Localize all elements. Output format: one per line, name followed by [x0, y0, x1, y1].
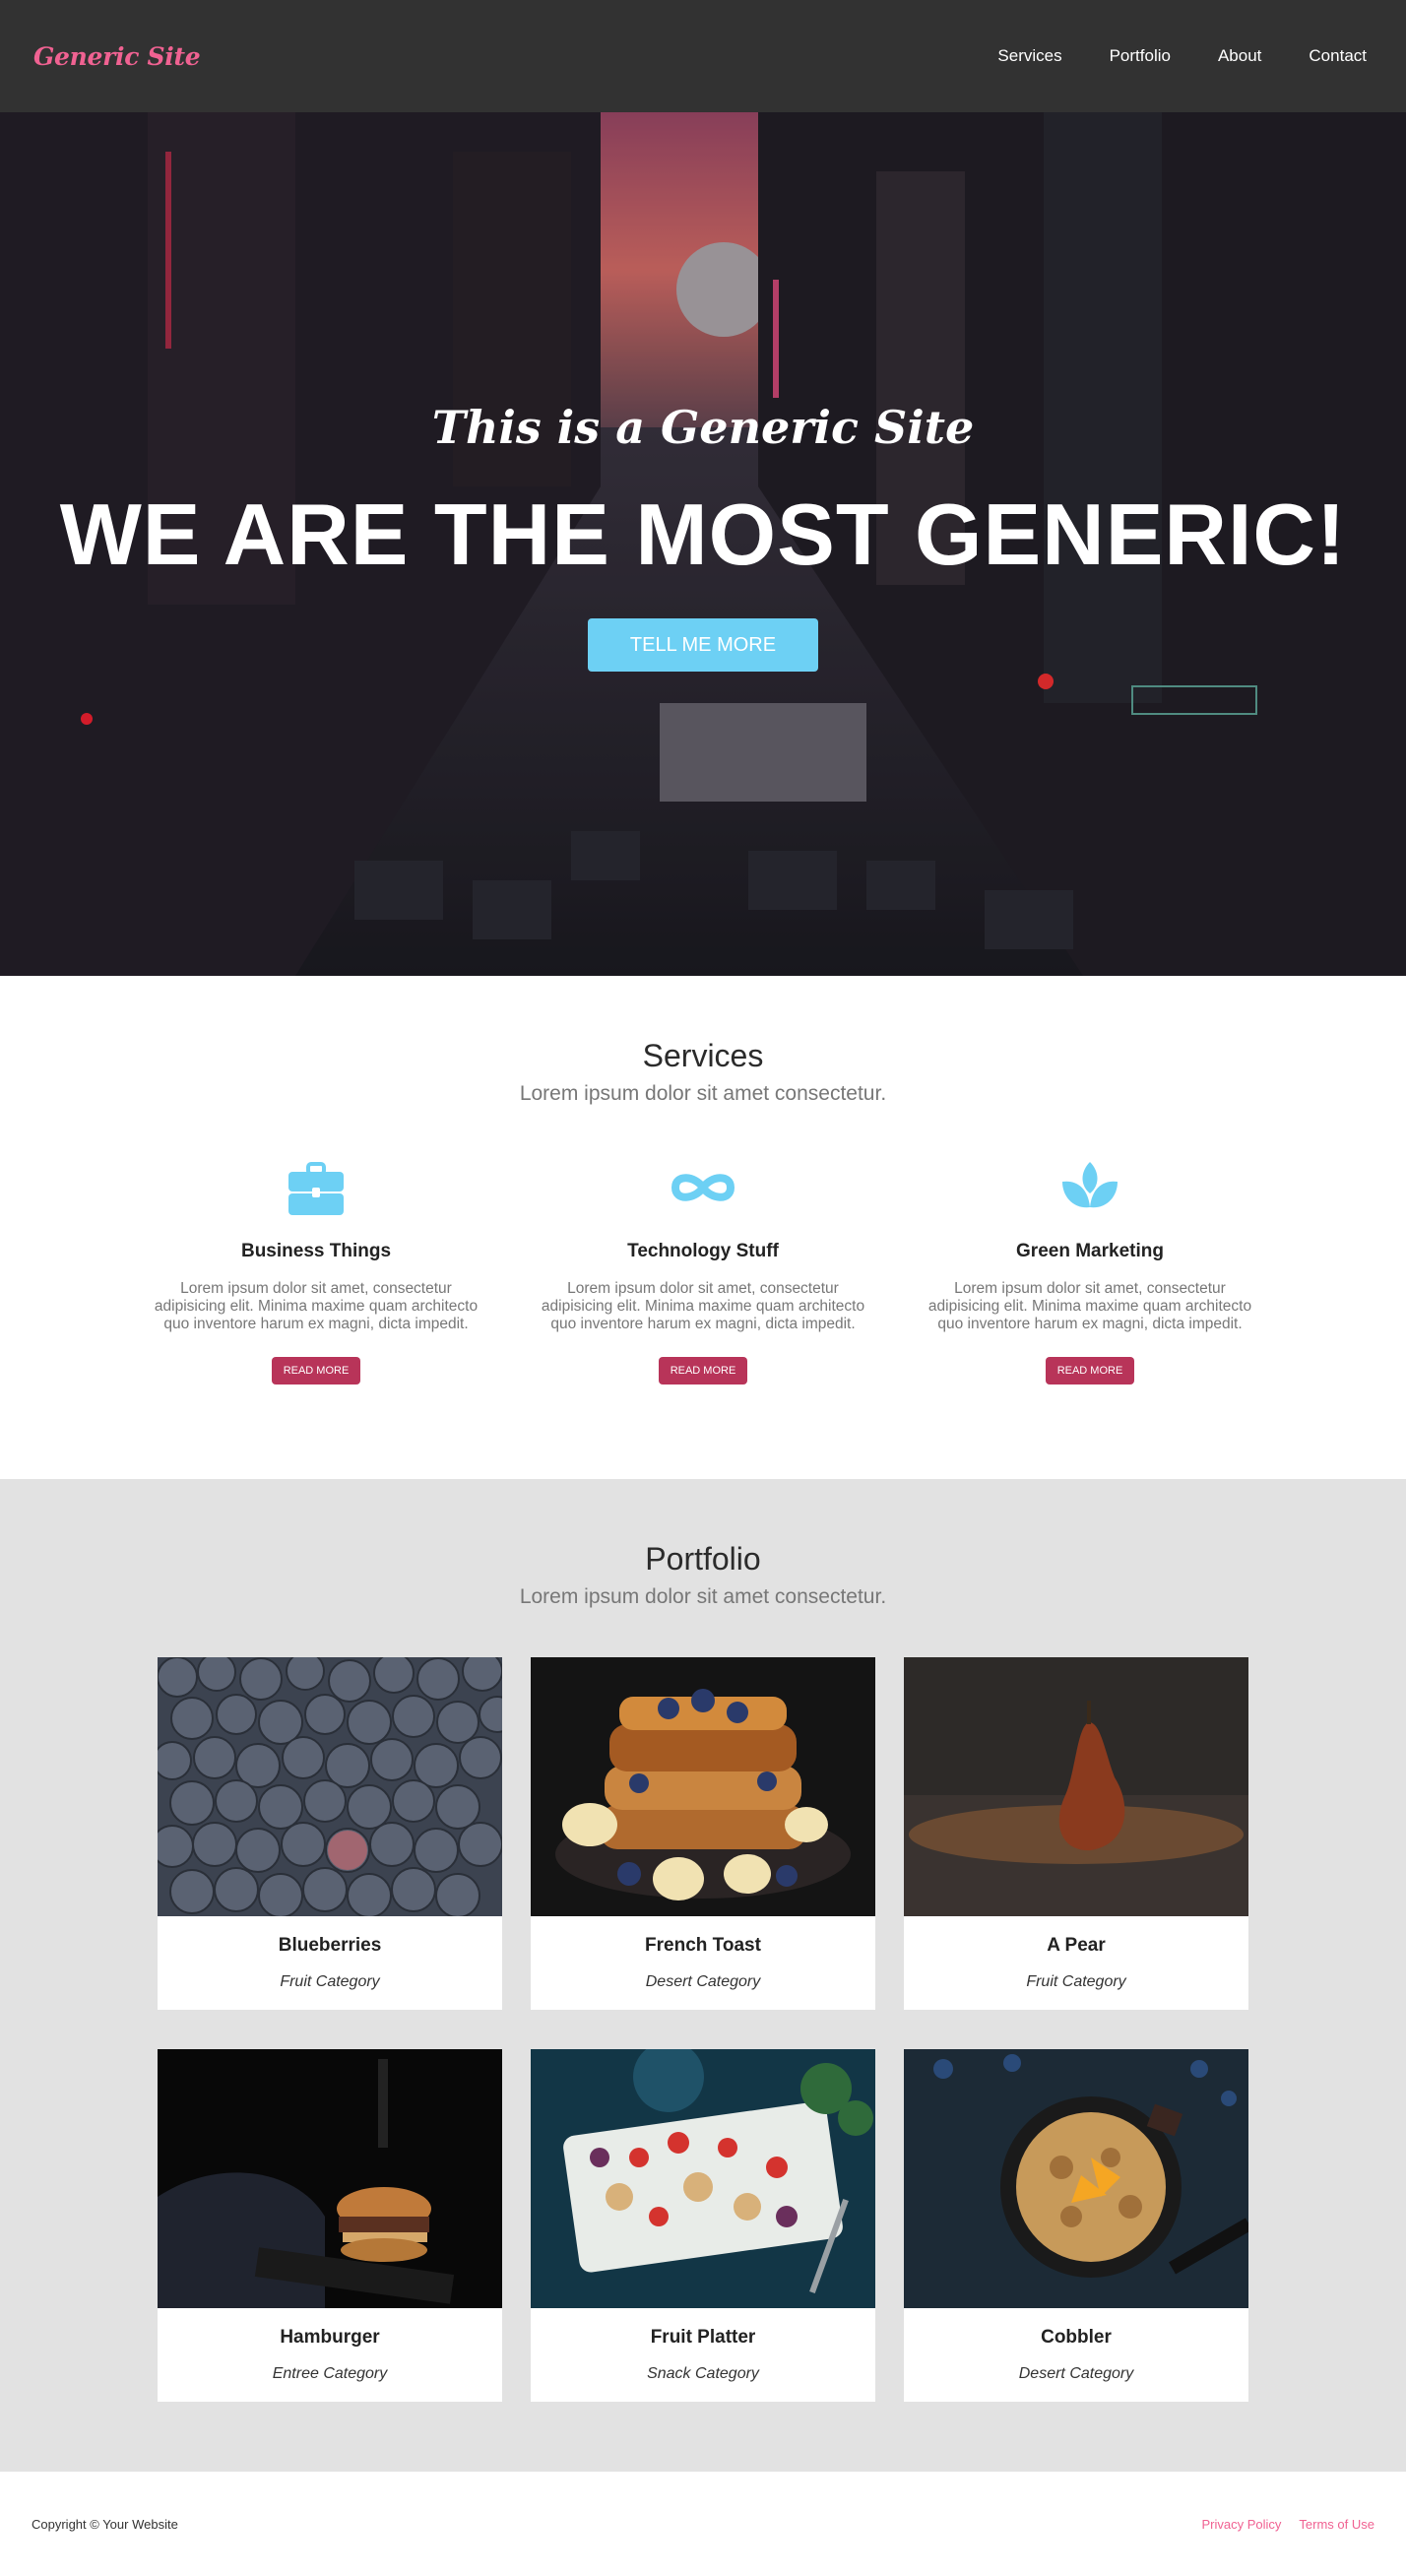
fruit-platter-image	[531, 2049, 875, 2308]
card-category: Desert Category	[645, 1973, 761, 1990]
portfolio-title: Portfolio	[645, 1541, 761, 1577]
hero-title: WE ARE THE MOST GENERIC!	[59, 485, 1347, 583]
portfolio-card-french-toast[interactable]: French Toast Desert Category	[531, 1657, 875, 2010]
read-more-button[interactable]: READ MORE	[658, 1357, 748, 1385]
card-category: Entree Category	[272, 2365, 388, 2382]
card-category: Desert Category	[1018, 2365, 1134, 2382]
service-item-business: Business Things Lorem ipsum dolor sit am…	[144, 1158, 488, 1385]
services-section: Services Lorem ipsum dolor sit amet cons…	[0, 976, 1406, 1479]
cobbler-image	[904, 2049, 1248, 2308]
hero-content: This is a Generic Site WE ARE THE MOST G…	[0, 112, 1406, 976]
copyright-text: Copyright © Your Website	[32, 2516, 178, 2532]
portfolio-card-hamburger[interactable]: Hamburger Entree Category	[158, 2049, 502, 2402]
service-item-technology: Technology Stuff Lorem ipsum dolor sit a…	[531, 1158, 875, 1385]
service-text: Lorem ipsum dolor sit amet, consectetur …	[154, 1280, 479, 1332]
hero-section: This is a Generic Site WE ARE THE MOST G…	[0, 112, 1406, 976]
pear-image	[904, 1657, 1248, 1916]
card-category: Snack Category	[647, 2365, 759, 2382]
portfolio-card-blueberries[interactable]: Blueberries Fruit Category	[158, 1657, 502, 2010]
nav-link-contact[interactable]: Contact	[1309, 46, 1367, 66]
nav-link-about[interactable]: About	[1218, 46, 1261, 66]
card-category: Fruit Category	[280, 1973, 380, 1990]
portfolio-card-cobbler[interactable]: Cobbler Desert Category	[904, 2049, 1248, 2402]
nav-links: Services Portfolio About Contact	[950, 46, 1367, 66]
card-name: Cobbler	[1041, 2327, 1112, 2348]
services-title: Services	[642, 1038, 764, 1073]
services-subtitle: Lorem ipsum dolor sit amet consectetur.	[519, 1082, 887, 1105]
card-name: Hamburger	[280, 2327, 380, 2348]
navbar: Generic Site Services Portfolio About Co…	[0, 0, 1406, 112]
nav-link-portfolio[interactable]: Portfolio	[1110, 46, 1171, 66]
portfolio-card-fruit-platter[interactable]: Fruit Platter Snack Category	[531, 2049, 875, 2402]
card-name: A Pear	[1047, 1935, 1106, 1956]
card-name: French Toast	[645, 1935, 761, 1956]
service-name: Business Things	[240, 1241, 392, 1261]
card-name: Blueberries	[278, 1935, 382, 1956]
blueberries-image	[158, 1657, 502, 1916]
footer: Copyright © Your Website Privacy Policy …	[0, 2472, 1406, 2576]
read-more-button[interactable]: READ MORE	[271, 1357, 361, 1385]
read-more-button[interactable]: READ MORE	[1045, 1357, 1135, 1385]
infinity-icon	[531, 1158, 875, 1217]
card-category: Fruit Category	[1026, 1973, 1126, 1990]
service-text: Lorem ipsum dolor sit amet, consectetur …	[541, 1280, 865, 1332]
terms-of-use-link[interactable]: Terms of Use	[1299, 2517, 1374, 2532]
hamburger-image	[158, 2049, 502, 2308]
portfolio-card-pear[interactable]: A Pear Fruit Category	[904, 1657, 1248, 2010]
footer-links: Privacy Policy Terms of Use	[1202, 2517, 1375, 2532]
service-name: Green Marketing	[1016, 1241, 1164, 1261]
brand-logo[interactable]: Generic Site	[33, 42, 201, 71]
portfolio-subtitle: Lorem ipsum dolor sit amet consectetur.	[519, 1585, 887, 1608]
tell-me-more-button[interactable]: TELL ME MORE	[588, 618, 818, 672]
portfolio-section: Portfolio Lorem ipsum dolor sit amet con…	[0, 1479, 1406, 2472]
french-toast-image	[531, 1657, 875, 1916]
briefcase-icon	[144, 1158, 488, 1217]
privacy-policy-link[interactable]: Privacy Policy	[1202, 2517, 1282, 2532]
card-name: Fruit Platter	[650, 2327, 756, 2348]
service-name: Technology Stuff	[627, 1241, 779, 1261]
leaf-icon	[918, 1158, 1262, 1217]
service-text: Lorem ipsum dolor sit amet, consectetur …	[927, 1280, 1252, 1332]
hero-subtitle: This is a Generic Site	[431, 401, 975, 454]
service-item-green: Green Marketing Lorem ipsum dolor sit am…	[918, 1158, 1262, 1385]
nav-link-services[interactable]: Services	[997, 46, 1061, 66]
